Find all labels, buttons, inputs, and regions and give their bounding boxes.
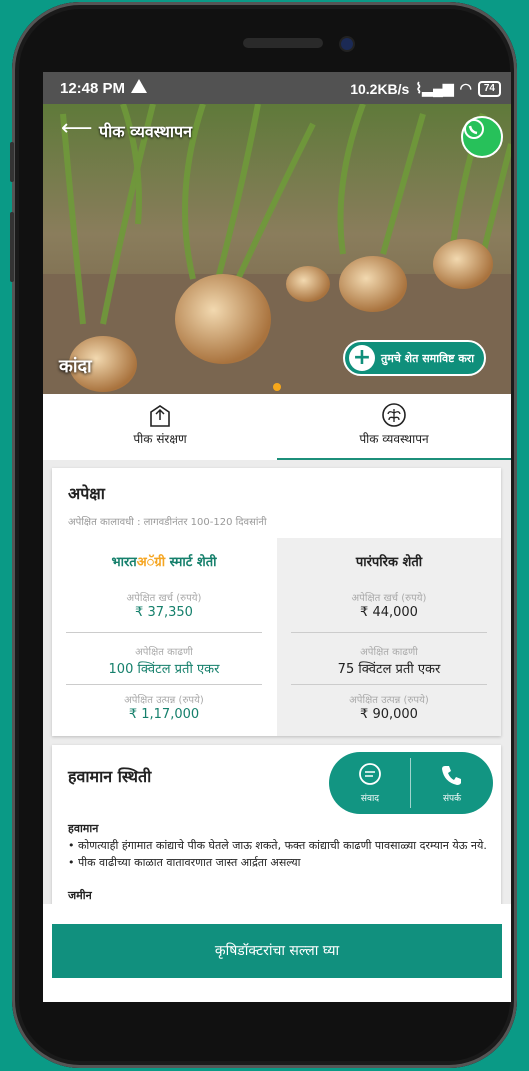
divider — [66, 684, 262, 685]
status-right: 10.2KB/s ⌇▂▄▆ ◠ 74 — [350, 80, 501, 97]
add-farm-button[interactable]: + तुमचे शेत समाविष्ट करा — [343, 340, 487, 376]
weather-line-1: • कोणत्याही हंगामात कांद्याचे पीक घेतले … — [68, 839, 487, 852]
front-camera — [341, 38, 353, 50]
divider — [291, 684, 487, 685]
call-button[interactable]: संपर्क — [411, 752, 493, 814]
expectation-card: अपेक्षा अपेक्षित कालावधी : लागवडीनंतर 10… — [52, 468, 501, 736]
smart-farming-column: भारतअॅग्री स्मार्ट शेती अपेक्षित खर्च (र… — [52, 538, 276, 736]
smart-income: अपेक्षित उत्पन्न (रुपये) ₹ 1,17,000 — [66, 692, 262, 722]
tab-crop-protection[interactable]: पीक संरक्षण — [43, 394, 277, 460]
traditional-income: अपेक्षित उत्पन्न (रुपये) ₹ 90,000 — [291, 692, 487, 722]
signal-icon: ⌇▂▄▆ — [415, 80, 454, 96]
status-time: 12:48 PM — [60, 80, 126, 97]
metric-label: अपेक्षित काढणी — [360, 647, 418, 658]
metric-value: 100 क्विंटल प्रती एकर — [108, 662, 220, 677]
divider — [291, 632, 487, 633]
add-farm-label: तुमचे शेत समाविष्ट करा — [381, 351, 475, 365]
smart-farming-title: भारतअॅग्री स्मार्ट शेती — [52, 552, 276, 570]
bottom-bar: कृषिडॉक्टरांचा सल्ला घ्या — [43, 904, 511, 1002]
crop-protection-icon — [43, 400, 277, 430]
chat-icon — [359, 763, 381, 785]
metric-value: ₹ 1,17,000 — [128, 707, 200, 722]
weather-line-2: • पीक वाढीच्या काळात वातावरणात जास्त आर्… — [68, 856, 301, 869]
phone-icon — [442, 766, 461, 785]
metric-label: अपेक्षित काढणी — [135, 647, 193, 658]
smart-cost: अपेक्षित खर्च (रुपये) ₹ 37,350 — [66, 590, 262, 620]
brand-part3: स्मार्ट शेती — [165, 555, 217, 570]
consult-doctor-button[interactable]: कृषिडॉक्टरांचा सल्ला घ्या — [52, 924, 502, 978]
side-button — [10, 142, 14, 182]
soil-heading: जमीन — [68, 889, 92, 902]
battery-icon: 74 — [477, 80, 501, 97]
brand-part1: भारत — [111, 555, 137, 570]
carousel-indicator — [273, 383, 281, 391]
chat-button[interactable]: संवाद — [329, 752, 411, 814]
metric-label: अपेक्षित उत्पन्न (रुपये) — [124, 695, 204, 706]
crop-hero-image: ⟵ पीक व्यवस्थापन कांदा + तुमचे शेत समावि… — [43, 104, 511, 394]
weather-text: • कोणत्याही हंगामात कांद्याचे पीक घेतले … — [68, 837, 488, 871]
traditional-farming-column: पारंपरिक शेती अपेक्षित खर्च (रुपये) ₹ 44… — [277, 538, 501, 736]
app-screen: 12:48 PM 10.2KB/s ⌇▂▄▆ ◠ 74 ⟵ पीक व्यवस्… — [43, 72, 511, 1002]
plus-icon: + — [349, 345, 375, 371]
call-label: संपर्क — [442, 794, 462, 804]
tab-bar: पीक संरक्षण पीक व्यवस्थापन — [43, 394, 511, 460]
metric-value: ₹ 37,350 — [135, 605, 193, 620]
scroll-content[interactable]: अपेक्षा अपेक्षित कालावधी : लागवडीनंतर 10… — [43, 460, 511, 920]
status-bar: 12:48 PM 10.2KB/s ⌇▂▄▆ ◠ 74 — [43, 72, 511, 104]
expectation-subtitle: अपेक्षित कालावधी : लागवडीनंतर 100-120 दि… — [68, 517, 267, 528]
metric-label: अपेक्षित खर्च (रुपये) — [126, 593, 202, 604]
divider — [66, 632, 262, 633]
weather-title: हवामान स्थिती — [68, 767, 152, 786]
warning-icon — [131, 79, 147, 93]
back-arrow-icon[interactable]: ⟵ — [61, 116, 93, 141]
crop-management-icon — [277, 400, 511, 430]
metric-value: ₹ 44,000 — [360, 605, 418, 620]
network-speed: 10.2KB/s — [350, 80, 410, 97]
crop-name: कांदा — [59, 356, 92, 377]
traditional-harvest: अपेक्षित काढणी 75 क्विंटल प्रती एकर — [291, 644, 487, 677]
traditional-cost: अपेक्षित खर्च (रुपये) ₹ 44,000 — [291, 590, 487, 620]
brand-part2: अॅग्री — [136, 555, 166, 570]
smart-harvest: अपेक्षित काढणी 100 क्विंटल प्रती एकर — [66, 644, 262, 677]
chat-label: संवाद — [360, 794, 380, 804]
metric-label: अपेक्षित उत्पन्न (रुपये) — [349, 695, 429, 706]
speaker-grille — [243, 38, 323, 48]
weather-subheading: हवामान — [68, 822, 99, 835]
tab-crop-protection-label: पीक संरक्षण — [133, 432, 187, 446]
tab-crop-management[interactable]: पीक व्यवस्थापन — [277, 394, 511, 460]
traditional-farming-title: पारंपरिक शेती — [355, 555, 423, 570]
whatsapp-icon[interactable] — [461, 116, 503, 158]
page-title: पीक व्यवस्थापन — [99, 122, 192, 141]
metric-value: ₹ 90,000 — [360, 707, 418, 722]
side-button — [10, 212, 14, 282]
metric-label: अपेक्षित खर्च (रुपये) — [351, 593, 427, 604]
metric-value: 75 क्विंटल प्रती एकर — [337, 662, 441, 677]
tab-crop-management-label: पीक व्यवस्थापन — [359, 432, 429, 446]
expectation-title: अपेक्षा — [68, 484, 105, 503]
contact-fab: संवाद संपर्क — [329, 752, 493, 814]
wifi-icon: ◠ — [459, 80, 472, 96]
